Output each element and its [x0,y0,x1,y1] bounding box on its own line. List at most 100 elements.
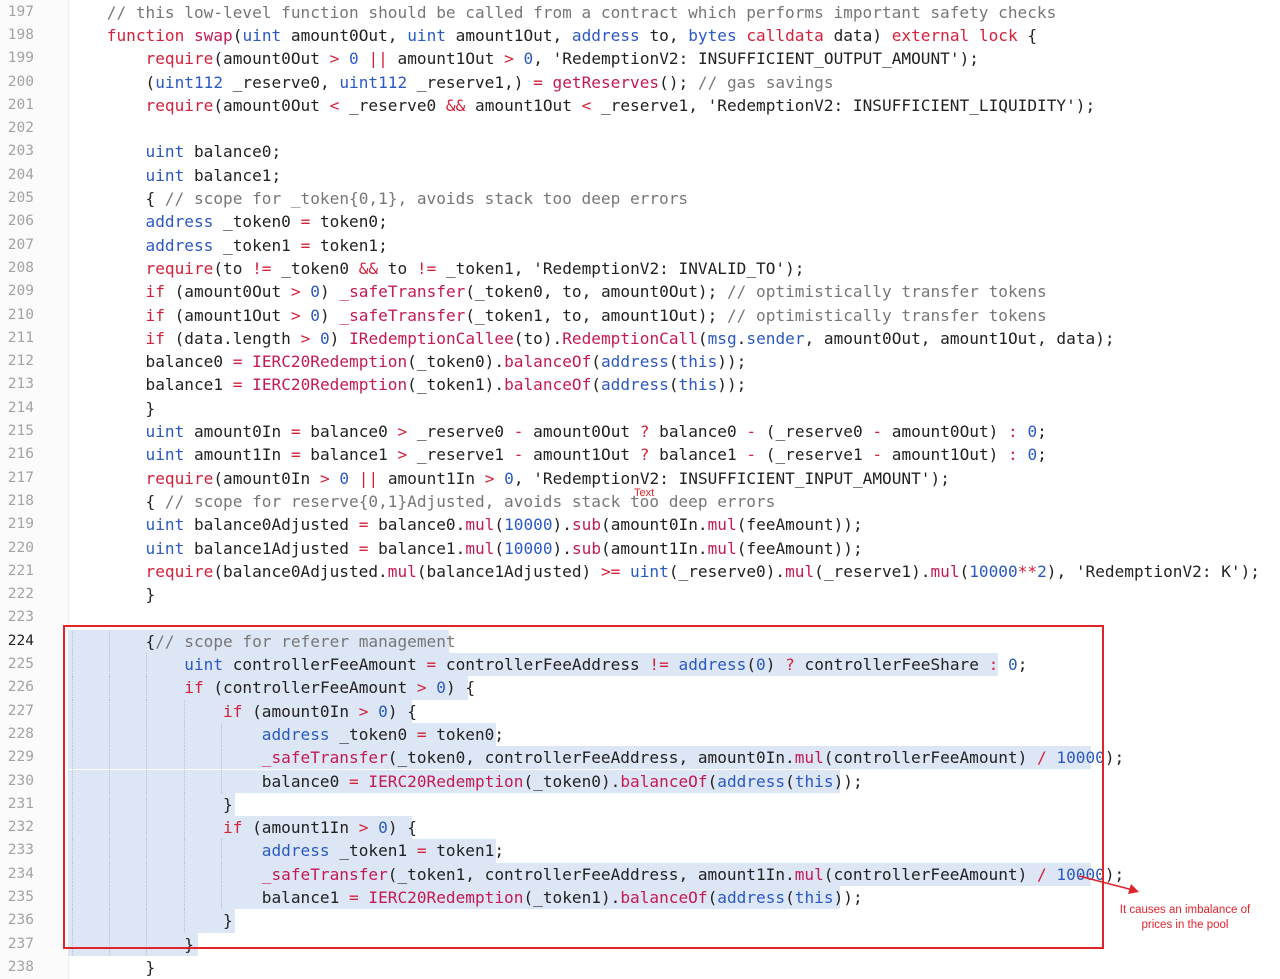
code-line[interactable]: 207 address _token1 = token1; [0,234,1280,257]
line-number: 229 [7,749,34,766]
code-text: uint amount0In = balance0 > _reserve0 - … [145,422,1047,441]
code-text: require(amount0In > 0 || amount1In > 0, … [145,468,950,488]
line-number: 236 [7,912,34,929]
code-text: uint balance0Adjusted = balance0.mul(100… [145,515,863,535]
line-number: 234 [7,865,34,882]
code-line[interactable]: 215 uint amount0In = balance0 > _reserve… [0,420,1280,443]
code-line[interactable]: 203 uint balance0; [0,140,1280,163]
code-line[interactable]: 225 uint controllerFeeAmount = controlle… [0,653,1280,677]
code-line[interactable]: 227 if (amount0In > 0) { [0,699,1280,723]
line-number: 198 [7,26,34,43]
code-text: balance1 = IERC20Redemption(_token1).bal… [68,375,747,395]
code-line[interactable]: 199 require(amount0Out > 0 || amount1Out… [0,47,1280,70]
code-text: } [68,585,156,605]
code-line[interactable]: 214 } [0,397,1280,420]
code-text: (uint112 _reserve0, uint112 _reserve1,) … [68,72,834,92]
code-text: uint balance1Adjusted = balance1.mul(100… [145,538,863,558]
code-line[interactable]: 236 } [0,909,1280,933]
code-text: // this low-level function should be cal… [106,2,1057,22]
line-number: 233 [7,842,34,859]
line-number: 224 [7,632,34,649]
code-line[interactable]: 231 } [0,792,1280,817]
code-line[interactable]: 238 } [0,956,1280,979]
line-number: 204 [7,166,34,183]
code-line[interactable]: 237 } [0,932,1280,956]
line-number: 230 [7,772,34,789]
code-text: require(to != _token0 && to != _token1, … [145,258,805,278]
line-number: 220 [7,539,34,556]
line-number: 219 [7,516,34,533]
line-number: 218 [7,492,34,509]
code-line[interactable]: 212 balance0 = IERC20Redemption(_token0)… [0,350,1280,373]
line-number: 206 [7,213,34,230]
code-text: if (amount0In > 0) { [223,701,417,721]
code-line[interactable]: 221 require(balance0Adjusted.mul(balance… [0,560,1280,583]
code-line[interactable]: 206 address _token0 = token0; [0,210,1280,233]
code-line[interactable]: 216 uint amount1In = balance1 > _reserve… [0,443,1280,466]
code-text: { // scope for _token{0,1}, avoids stack… [68,189,689,208]
code-text: { // scope for reserve{0,1}Adjusted, avo… [68,491,776,511]
code-line[interactable]: 204 uint balance1; [0,164,1280,187]
code-line[interactable]: 211 if (data.length > 0) IRedemptionCall… [0,327,1280,350]
code-line[interactable]: 228 address _token0 = token0; [0,722,1280,747]
code-text: if (amount1Out > 0) _safeTransfer(_token… [145,305,1047,325]
code-text: if (amount1In > 0) { [223,818,417,838]
code-text: _safeTransfer(_token0, controllerFeeAddr… [261,748,1125,768]
code-text: function swap(uint amount0Out, uint amou… [106,25,1038,45]
line-number: 228 [7,725,34,742]
line-number: 203 [7,143,34,160]
line-number: 231 [7,795,34,812]
code-line[interactable]: 219 uint balance0Adjusted = balance0.mul… [0,513,1280,536]
code-text: } [68,911,233,931]
code-line[interactable]: 223 [0,606,1280,629]
code-line[interactable]: 197 // this low-level function should be… [0,1,1280,24]
code-text: uint amount1In = balance1 > _reserve1 - … [145,445,1047,465]
line-number: 197 [7,3,34,20]
code-line[interactable]: 222 } [0,583,1280,606]
code-line[interactable]: 201 require(amount0Out < _reserve0 && am… [0,94,1280,117]
line-number: 238 [7,958,34,975]
line-number: 232 [7,819,34,836]
line-number: 213 [7,376,34,393]
code-line[interactable]: 224 {// scope for referer management [0,629,1280,653]
line-number: 226 [7,679,34,696]
code-line[interactable]: 230 balance0 = IERC20Redemption(_token0)… [0,769,1280,793]
code-text: if (controllerFeeAmount > 0) { [184,678,476,698]
code-line[interactable]: 210 if (amount1Out > 0) _safeTransfer(_t… [0,304,1280,327]
code-line[interactable]: 200 (uint112 _reserve0, uint112 _reserve… [0,71,1280,94]
line-number: 222 [7,586,34,603]
code-text: require(balance0Adjusted.mul(balance1Adj… [145,561,1260,581]
line-number: 217 [7,469,34,486]
code-line[interactable]: 208 require(to != _token0 && to != _toke… [0,257,1280,280]
code-text: uint controllerFeeAmount = controllerFee… [184,655,1028,674]
code-line[interactable]: 213 balance1 = IERC20Redemption(_token1)… [0,373,1280,396]
code-text: address _token0 = token0; [261,724,505,744]
line-number: 205 [7,190,34,206]
line-number: 235 [7,889,34,905]
code-line[interactable]: 233 address _token1 = token1; [0,839,1280,863]
line-number: 227 [7,702,34,719]
stray-text-label: Text [634,487,655,499]
code-line[interactable]: 229 _safeTransfer(_token0, controllerFee… [0,746,1280,770]
line-number: 212 [7,353,34,370]
code-line[interactable]: 232 if (amount1In > 0) { [0,816,1280,840]
code-text: if (data.length > 0) IRedemptionCallee(t… [145,328,1115,348]
code-line[interactable]: 220 uint balance1Adjusted = balance1.mul… [0,537,1280,560]
line-number: 215 [7,423,34,439]
code-line[interactable]: 202 [0,117,1280,140]
annotation-note: It causes an imbalance of prices in the … [1119,904,1251,931]
code-text: address _token1 = token1; [145,235,388,255]
code-text: } [68,934,194,954]
code-text: require(amount0Out > 0 || amount1Out > 0… [145,49,979,69]
code-line[interactable]: 198 function swap(uint amount0Out, uint … [0,24,1280,47]
code-line[interactable]: 226 if (controllerFeeAmount > 0) { [0,676,1280,700]
code-text: } [68,398,156,418]
code-text: _safeTransfer(_token1, controllerFeeAddr… [261,864,1125,884]
line-number: 207 [7,236,34,253]
line-number: 211 [7,329,34,346]
code-line[interactable]: 209 if (amount0Out > 0) _safeTransfer(_t… [0,280,1280,303]
line-number: 216 [7,446,34,463]
code-text: balance0 = IERC20Redemption(_token0).bal… [68,352,747,372]
line-number: 210 [7,306,34,323]
code-line[interactable]: 205 { // scope for _token{0,1}, avoids s… [0,187,1280,210]
